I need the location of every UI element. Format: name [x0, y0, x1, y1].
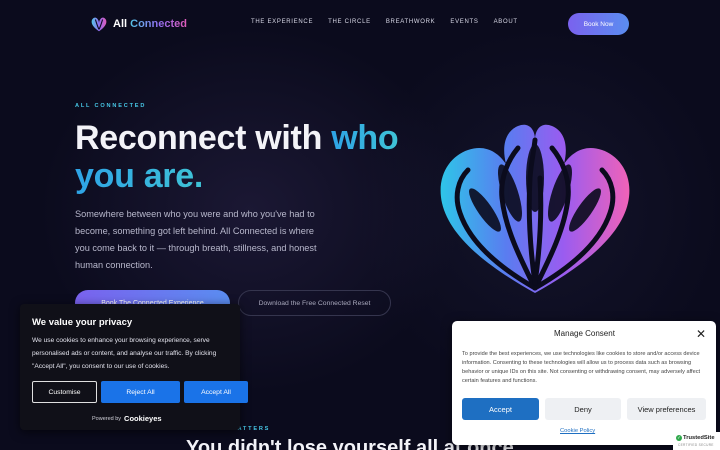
- consent-accept-button[interactable]: Accept: [462, 398, 539, 420]
- nav-item-breathwork[interactable]: BREATHWORK: [386, 19, 436, 25]
- nav-item-experience[interactable]: THE EXPERIENCE: [251, 19, 313, 25]
- nav-item-events[interactable]: EVENTS: [450, 19, 478, 25]
- trustedsite-sub: CERTIFIED SECURE: [678, 443, 714, 447]
- cookie-policy-link[interactable]: Cookie Policy: [560, 428, 595, 434]
- book-now-button[interactable]: Book Now: [568, 13, 629, 35]
- trustedsite-name-row: ✓ TrustedSite: [676, 435, 715, 441]
- hero-eyebrow: ALL CONNECTED: [75, 103, 147, 109]
- reject-all-button[interactable]: Reject All: [101, 381, 180, 403]
- cookie-banner-title: We value your privacy: [32, 317, 133, 328]
- powered-by-label: Powered by: [92, 415, 122, 422]
- headline-part1: Reconnect with: [75, 119, 323, 157]
- headline-part2: who: [331, 119, 399, 157]
- nav-item-circle[interactable]: THE CIRCLE: [328, 19, 371, 25]
- main-nav: THE EXPERIENCE THE CIRCLE BREATHWORK EVE…: [251, 19, 518, 25]
- consent-title: Manage Consent: [554, 329, 615, 338]
- cookie-banner: We value your privacy We use cookies to …: [20, 304, 248, 430]
- powered-by: Powered by Cookieyes: [92, 414, 162, 423]
- hero-description: Somewhere between who you were and who y…: [75, 209, 317, 270]
- cookie-banner-body: We use cookies to enhance your browsing …: [32, 337, 217, 370]
- manage-consent-dialog: Manage Consent ✕ To provide the best exp…: [452, 321, 716, 445]
- nav-item-about[interactable]: ABOUT: [494, 19, 518, 25]
- heart-logo-icon: [91, 17, 107, 32]
- download-reset-button[interactable]: Download the Free Connected Reset: [238, 290, 391, 316]
- logo[interactable]: All Connected: [90, 14, 187, 34]
- consent-body: To provide the best experiences, we use …: [462, 351, 701, 384]
- check-icon: ✓: [676, 435, 682, 441]
- customise-button[interactable]: Customise: [32, 381, 97, 403]
- hero-headline: Reconnect with who you are.: [75, 119, 435, 195]
- heart-petals-illustration: [440, 124, 630, 294]
- logo-word-all: All: [113, 18, 128, 30]
- logo-word-connected: Connected: [130, 18, 187, 30]
- close-icon[interactable]: ✕: [696, 327, 706, 341]
- site-header: All Connected THE EXPERIENCE THE CIRCLE …: [0, 0, 720, 48]
- cookieyes-brand[interactable]: Cookieyes: [124, 414, 162, 423]
- accept-all-button[interactable]: Accept All: [184, 381, 248, 403]
- trustedsite-badge[interactable]: ✓ TrustedSite CERTIFIED SECURE: [673, 432, 720, 450]
- trustedsite-name: TrustedSite: [683, 435, 715, 441]
- consent-deny-button[interactable]: Deny: [545, 398, 621, 420]
- headline-part3: you are.: [75, 157, 203, 195]
- view-preferences-button[interactable]: View preferences: [627, 398, 706, 420]
